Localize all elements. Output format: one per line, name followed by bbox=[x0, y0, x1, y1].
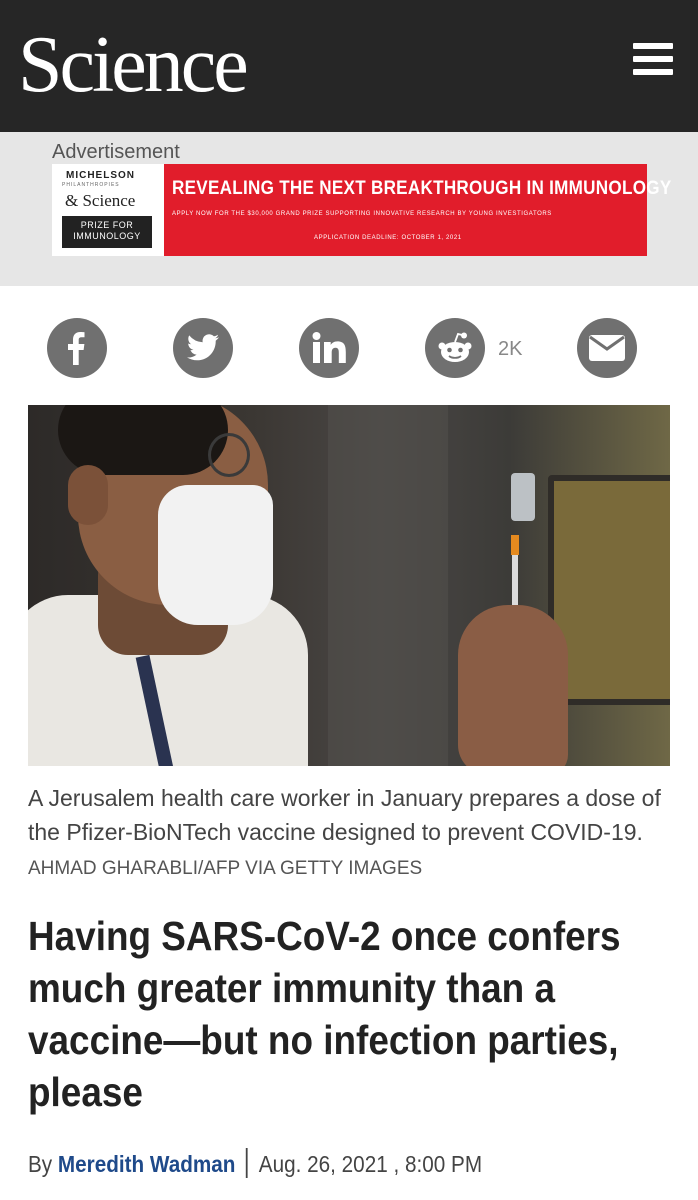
menu-bar bbox=[633, 43, 673, 49]
hero-syringe-hub bbox=[511, 535, 519, 555]
twitter-icon bbox=[187, 334, 219, 361]
share-bar: 2K bbox=[0, 318, 698, 380]
linkedin-share-button[interactable] bbox=[299, 318, 359, 378]
caption-text: A Jerusalem health care worker in Januar… bbox=[28, 785, 661, 845]
article-headline: Having SARS-CoV-2 once confers much grea… bbox=[28, 913, 621, 1115]
advertisement-area: Advertisement MICHELSON PHILANTHROPIES &… bbox=[0, 132, 698, 286]
ad-headline: REVEALING THE NEXT BREAKTHROUGH IN IMMUN… bbox=[172, 178, 672, 199]
site-header: Science bbox=[0, 0, 698, 132]
photo-credit: AHMAD GHARABLI/AFP VIA GETTY IMAGES bbox=[28, 858, 423, 879]
image-caption: A Jerusalem health care worker in Januar… bbox=[28, 781, 670, 886]
hero-background-wall bbox=[328, 405, 448, 766]
ad-logo-line3: & Science bbox=[65, 191, 136, 210]
ad-sponsor-logo: MICHELSON PHILANTHROPIES & Science PRIZE… bbox=[52, 164, 162, 256]
ad-logo-line1: MICHELSON bbox=[66, 170, 135, 181]
hero-vaccine-vial bbox=[511, 473, 535, 521]
byline-prefix: By bbox=[28, 1151, 53, 1177]
email-share-button[interactable] bbox=[577, 318, 637, 378]
publish-date: Aug. 26, 2021 , 8:00 PM bbox=[258, 1151, 483, 1177]
byline-divider bbox=[246, 1148, 249, 1178]
hero-hand bbox=[458, 605, 568, 766]
ad-banner[interactable]: MICHELSON PHILANTHROPIES & Science PRIZE… bbox=[52, 164, 671, 256]
reddit-share-count: 2K bbox=[498, 338, 523, 360]
author-link[interactable]: Meredith Wadman bbox=[58, 1151, 235, 1177]
twitter-share-button[interactable] bbox=[173, 318, 233, 378]
article-hero-image bbox=[28, 405, 670, 766]
reddit-share-button[interactable] bbox=[425, 318, 485, 378]
ad-prize-badge: PRIZE FOR IMMUNOLOGY bbox=[62, 216, 152, 248]
ad-subline: APPLY NOW FOR THE $30,000 GRAND PRIZE SU… bbox=[172, 211, 552, 217]
ad-deadline: APPLICATION DEADLINE: OCTOBER 1, 2021 bbox=[314, 235, 462, 241]
ad-logo-line2: PHILANTHROPIES bbox=[62, 182, 120, 188]
hero-face-mask bbox=[158, 485, 273, 625]
advertisement-label: Advertisement bbox=[52, 141, 180, 163]
menu-bar bbox=[633, 69, 673, 75]
email-icon bbox=[589, 335, 625, 361]
byline: By Meredith Wadman Aug. 26, 2021 , 8:00 P… bbox=[28, 1148, 482, 1178]
ad-red-panel: REVEALING THE NEXT BREAKTHROUGH IN IMMUN… bbox=[164, 164, 671, 256]
menu-bar bbox=[633, 56, 673, 62]
hero-ear bbox=[68, 465, 108, 525]
hamburger-menu-icon[interactable] bbox=[633, 43, 675, 77]
linkedin-icon bbox=[312, 332, 346, 363]
facebook-icon bbox=[68, 332, 85, 365]
facebook-share-button[interactable] bbox=[47, 318, 107, 378]
science-logo[interactable]: Science bbox=[18, 20, 249, 110]
reddit-icon bbox=[438, 332, 472, 362]
hero-glasses bbox=[208, 433, 250, 477]
